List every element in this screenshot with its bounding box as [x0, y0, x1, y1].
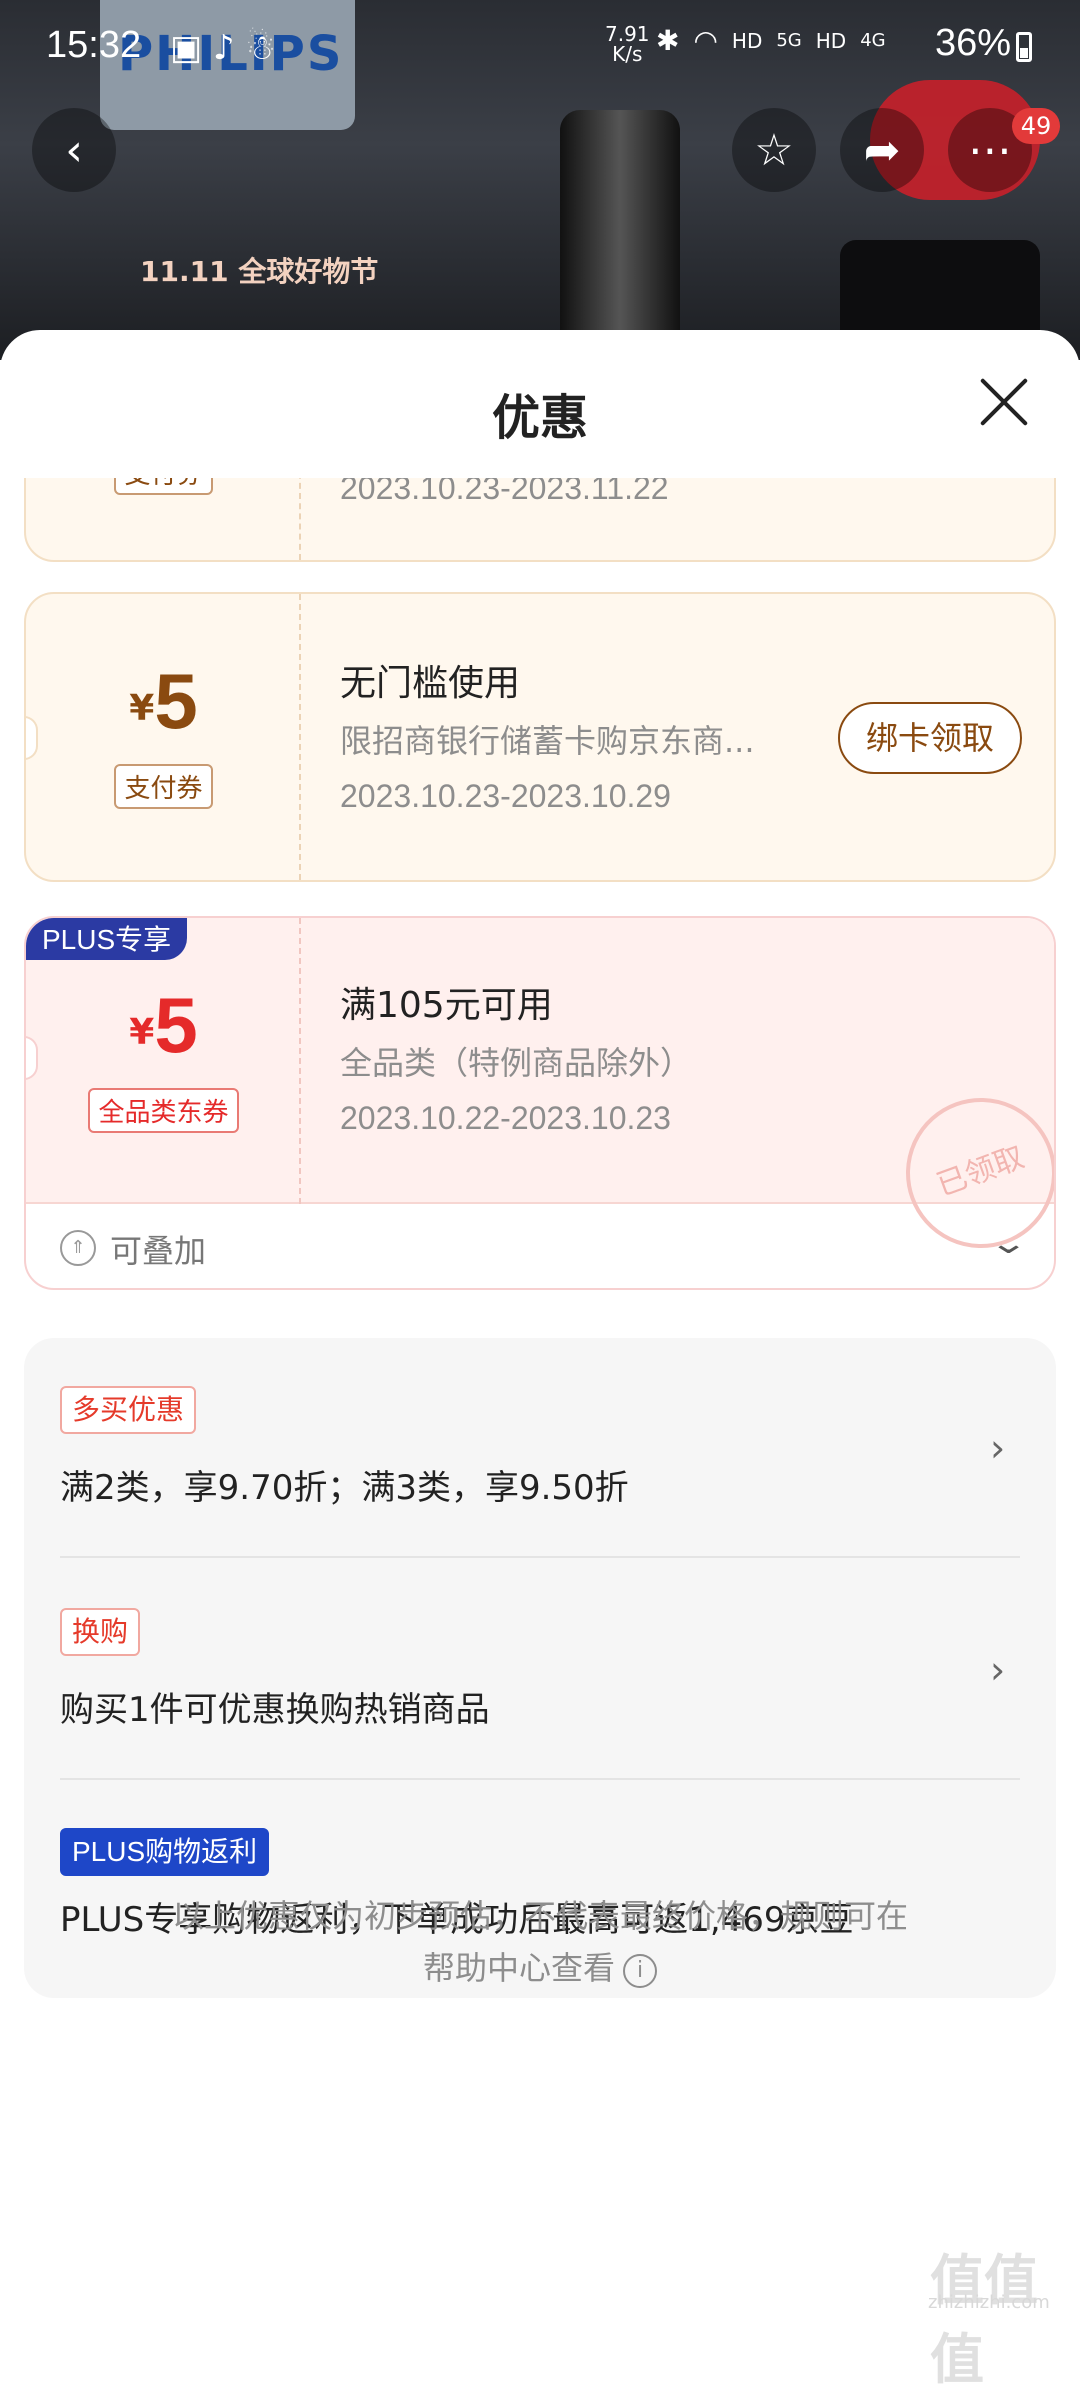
coupon-date: 2023.10.23-2023.10.29 — [340, 778, 671, 814]
share-button[interactable]: ➦ — [840, 108, 924, 192]
status-time: 15:32 — [46, 24, 142, 66]
coupon-desc: 限招商银行储蓄卡购京东商... — [340, 722, 755, 760]
promo-item-multi-buy[interactable]: 多买优惠 满2类，享9.70折；满3类，享9.50折 › — [60, 1386, 1020, 1536]
signal-5g: 5G — [776, 30, 802, 51]
promo-item-exchange[interactable]: 换购 购买1件可优惠换购热销商品 › — [60, 1608, 1020, 1758]
discount-sheet: 优惠 支付券 2023.10.23-2023.11.22 ¥5 支付券 无门槛使… — [0, 330, 1080, 2316]
event-label: 11.11 全球好物节 — [140, 255, 379, 288]
coupon-card-2: ¥5 支付券 无门槛使用 限招商银行储蓄卡购京东商... 2023.10.23-… — [24, 592, 1056, 882]
star-icon: ☆ — [754, 124, 794, 176]
bluetooth-icon: ✱ — [656, 24, 680, 57]
hd-label-1: HD — [731, 28, 763, 53]
footer-note: 以上优惠仅为初步预估，不代表最终价格，规则可在 帮助中心查看 i — [171, 1897, 908, 1988]
network-speed: 7.91 K/s — [605, 22, 650, 66]
battery-icon — [1016, 32, 1032, 62]
coupon-type: 支付券 — [26, 478, 301, 495]
info-icon[interactable]: i — [623, 1954, 657, 1988]
coupon-type: 全品类东券 — [26, 1088, 301, 1133]
stackable-label: 可叠加 — [110, 1232, 207, 1270]
help-center-link[interactable]: 帮助中心查看 — [423, 1949, 615, 1987]
chevron-right-icon: › — [990, 1648, 1006, 1692]
share-icon: ➦ — [863, 124, 901, 176]
divider — [60, 1556, 1020, 1558]
coupon-date: 2023.10.22-2023.10.23 — [340, 1100, 671, 1136]
back-button[interactable]: ‹ — [32, 108, 116, 192]
coupon-list[interactable]: 支付券 2023.10.23-2023.11.22 ¥5 支付券 无门槛使用 限… — [0, 478, 1080, 2316]
status-right-icons: ✱ ◠ HD 5G HD 4G — [656, 24, 886, 57]
coupon-title: 满105元可用 — [340, 985, 553, 1026]
chevron-left-icon: ‹ — [65, 124, 83, 176]
notification-icons: ▣ ♪ ☃ — [170, 28, 276, 68]
status-bar: 15:32 ▣ ♪ ☃ 7.91 K/s ✱ ◠ HD 5G HD 4G 36% — [0, 0, 1080, 96]
cart-badge: 49 — [1012, 108, 1060, 144]
hd-label-2: HD — [815, 28, 847, 53]
watermark-logo: 值值值 — [930, 2249, 1038, 2391]
chevron-right-icon: › — [990, 1426, 1006, 1470]
bind-card-button[interactable]: 绑卡领取 — [838, 702, 1022, 774]
signal-4g: 4G — [860, 30, 886, 51]
coupon-amount: ¥5 — [129, 657, 198, 745]
wifi-icon: ◠ — [693, 24, 718, 57]
watermark-url: zhizhizhi.com — [928, 2292, 1050, 2313]
close-button[interactable] — [976, 374, 1032, 430]
sheet-title: 优惠 — [491, 390, 588, 446]
coupon-amount: ¥5 — [129, 981, 198, 1069]
promo-text: 满2类，享9.70折；满3类，享9.50折 — [60, 1468, 629, 1508]
promo-tag: 换购 — [60, 1608, 141, 1656]
coupon-title: 无门槛使用 — [340, 663, 521, 704]
coupon-card-3: PLUS专享 ¥5 全品类东券 满105元可用 全品类（特例商品除外） 2023… — [24, 916, 1056, 1290]
coupon-card-1: 支付券 2023.10.23-2023.11.22 — [24, 478, 1056, 562]
divider — [60, 1778, 1020, 1780]
coupon-type: 支付券 — [26, 764, 301, 809]
stack-icon: ⇑ — [60, 1230, 96, 1266]
stackable-row[interactable]: ⇑ 可叠加 ⌄ — [26, 1206, 1054, 1288]
promo-tag: 多买优惠 — [60, 1386, 197, 1434]
chevron-down-icon[interactable]: ⌄ — [988, 1226, 1028, 1261]
more-icon: ⋯ — [968, 124, 1012, 176]
favorite-button[interactable]: ☆ — [732, 108, 816, 192]
battery-percent: 36% — [935, 22, 1012, 64]
product-image — [560, 110, 680, 330]
coupon-desc: 全品类（特例商品除外） — [340, 1044, 693, 1082]
promo-tag: PLUS购物返利 — [60, 1828, 270, 1876]
plus-exclusive-tag: PLUS专享 — [26, 918, 188, 960]
promo-text: 购买1件可优惠换购热销商品 — [60, 1690, 490, 1730]
coupon-date: 2023.10.23-2023.11.22 — [340, 478, 669, 506]
